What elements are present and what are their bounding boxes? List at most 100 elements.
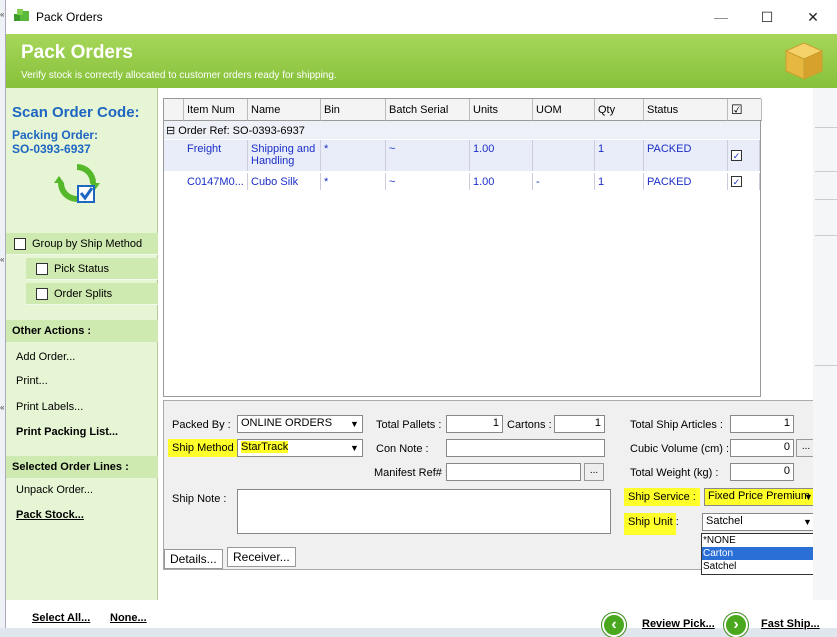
group-by-ship-method-option[interactable]: Group by Ship Method bbox=[6, 233, 158, 255]
total-ship-articles-label: Total Ship Articles : bbox=[630, 419, 723, 431]
order-splits-option[interactable]: Order Splits bbox=[26, 283, 158, 305]
packing-order-value: SO-0393-6937 bbox=[12, 142, 91, 156]
print-packing-list-link[interactable]: Print Packing List... bbox=[16, 426, 118, 438]
background-window-fragment bbox=[815, 346, 837, 366]
cell-status: PACKED bbox=[644, 173, 728, 190]
refresh-check-icon[interactable] bbox=[54, 160, 100, 206]
ship-unit-option-satchel[interactable]: Satchel bbox=[702, 560, 818, 573]
cubic-volume-label: Cubic Volume (cm) : bbox=[630, 443, 730, 455]
collapse-icon: « bbox=[0, 255, 5, 264]
background-window-strip bbox=[813, 88, 837, 600]
pick-status-checkbox[interactable] bbox=[36, 263, 48, 276]
cell-batch-serial: ~ bbox=[386, 173, 470, 190]
cell-units: 1.00 bbox=[470, 140, 533, 171]
cell-uom bbox=[533, 140, 595, 171]
window-title: Pack Orders bbox=[36, 10, 103, 24]
cell-units: 1.00 bbox=[470, 173, 533, 190]
forward-arrow-icon[interactable]: › bbox=[724, 613, 748, 637]
order-splits-checkbox[interactable] bbox=[36, 288, 48, 301]
cell-qty: 1 bbox=[595, 173, 644, 190]
order-ref-label: Order Ref: SO-0393-6937 bbox=[178, 125, 305, 137]
column-header-item-num[interactable]: Item Num bbox=[184, 99, 248, 121]
ship-service-value: Fixed Price Premium bbox=[708, 490, 811, 502]
review-pick-link[interactable]: Review Pick... bbox=[642, 618, 715, 630]
pick-status-option[interactable]: Pick Status bbox=[26, 258, 158, 280]
page-title: Pack Orders bbox=[21, 42, 133, 63]
fast-ship-link[interactable]: Fast Ship... bbox=[761, 618, 820, 630]
other-actions-heading: Other Actions : bbox=[6, 320, 158, 342]
ship-unit-option-carton[interactable]: Carton bbox=[702, 547, 818, 560]
background-window-fragment bbox=[815, 180, 837, 200]
table-row[interactable]: Freight Shipping and Handling * ~ 1.00 1… bbox=[164, 140, 760, 171]
packed-by-select[interactable]: ONLINE ORDERS ▼ bbox=[237, 415, 363, 433]
back-arrow-icon[interactable]: ‹ bbox=[602, 613, 626, 637]
column-header-uom[interactable]: UOM bbox=[533, 99, 595, 121]
chevron-down-icon[interactable]: ▼ bbox=[348, 417, 361, 431]
column-header-batch-serial[interactable]: Batch Serial bbox=[386, 99, 470, 121]
table-row[interactable]: C0147M0... Cubo Silk * ~ 1.00 - 1 PACKED… bbox=[164, 173, 760, 190]
pack-orders-window: Pack Orders — ☐ ✕ Pack Orders Verify sto… bbox=[5, 0, 837, 637]
close-button[interactable]: ✕ bbox=[798, 6, 828, 28]
print-labels-link[interactable]: Print Labels... bbox=[16, 401, 83, 413]
page-subtitle: Verify stock is correctly allocated to c… bbox=[21, 70, 337, 81]
minimize-button[interactable]: — bbox=[706, 6, 736, 28]
column-header-bin[interactable]: Bin bbox=[321, 99, 386, 121]
maximize-button[interactable]: ☐ bbox=[752, 6, 782, 28]
column-header-qty[interactable]: Qty bbox=[595, 99, 644, 121]
ship-unit-label: Ship Unit : bbox=[624, 513, 679, 535]
row-select-checkbox[interactable]: ✓ bbox=[731, 150, 742, 161]
header-banner: Pack Orders Verify stock is correctly al… bbox=[6, 34, 837, 88]
row-select-checkbox[interactable]: ✓ bbox=[731, 176, 742, 187]
none-link[interactable]: None... bbox=[110, 612, 147, 624]
total-weight-input[interactable]: 0 bbox=[730, 463, 794, 481]
select-all-link[interactable]: Select All... bbox=[32, 612, 90, 624]
con-note-input[interactable] bbox=[446, 439, 605, 457]
add-order-link[interactable]: Add Order... bbox=[16, 351, 75, 363]
collapse-group-icon[interactable]: ⊟ bbox=[166, 125, 175, 137]
order-group-row[interactable]: ⊟ Order Ref: SO-0393-6937 bbox=[164, 121, 760, 139]
pack-stock-link[interactable]: Pack Stock... bbox=[16, 509, 84, 521]
total-pallets-input[interactable]: 1 bbox=[446, 415, 503, 433]
cell-bin: * bbox=[321, 140, 386, 171]
tab-details[interactable]: Details... bbox=[164, 549, 223, 569]
cell-checkbox[interactable]: ✓ bbox=[728, 140, 760, 171]
ship-unit-option-none[interactable]: *NONE bbox=[702, 534, 818, 547]
ship-service-select[interactable]: Fixed Price Premium ▼ bbox=[704, 488, 817, 506]
cubic-volume-input[interactable]: 0 bbox=[730, 439, 794, 457]
total-ship-articles-input[interactable]: 1 bbox=[730, 415, 794, 433]
chevron-down-icon[interactable]: ▼ bbox=[348, 441, 361, 455]
cartons-input[interactable]: 1 bbox=[554, 415, 605, 433]
print-link[interactable]: Print... bbox=[16, 375, 48, 387]
ship-method-value: StarTrack bbox=[241, 441, 289, 453]
cartons-label: Cartons : bbox=[507, 419, 552, 431]
left-panel: Scan Order Code: Packing Order: SO-0393-… bbox=[6, 88, 158, 600]
option-label: Group by Ship Method bbox=[32, 238, 143, 250]
column-header-units[interactable]: Units bbox=[470, 99, 533, 121]
ship-method-select[interactable]: StarTrack ▼ bbox=[237, 439, 363, 457]
collapse-icon: « bbox=[0, 403, 5, 412]
cell-qty: 1 bbox=[595, 140, 644, 171]
background-window-fragment bbox=[815, 152, 837, 172]
scan-order-code-label: Scan Order Code: bbox=[12, 104, 140, 121]
tab-receiver[interactable]: Receiver... bbox=[227, 547, 296, 567]
unpack-order-link[interactable]: Unpack Order... bbox=[16, 484, 93, 496]
cell-status: PACKED bbox=[644, 140, 728, 171]
cell-batch-serial: ~ bbox=[386, 140, 470, 171]
cell-item-num: C0147M0... bbox=[184, 173, 248, 190]
cell-item-num: Freight bbox=[184, 140, 248, 171]
selected-order-lines-heading: Selected Order Lines : bbox=[6, 456, 158, 478]
column-header-name[interactable]: Name bbox=[248, 99, 321, 121]
manifest-ref-input[interactable] bbox=[446, 463, 581, 481]
total-pallets-label: Total Pallets : bbox=[376, 419, 442, 431]
group-by-ship-method-checkbox[interactable] bbox=[14, 238, 26, 251]
column-header-status[interactable]: Status bbox=[644, 99, 728, 121]
column-header-select-all-checkbox[interactable]: ☑ bbox=[728, 99, 762, 121]
option-label: Order Splits bbox=[54, 288, 113, 300]
ship-unit-select[interactable]: Satchel ▼ bbox=[702, 513, 816, 531]
ship-unit-dropdown-list: *NONE Carton Satchel bbox=[701, 533, 819, 575]
ship-note-textarea[interactable] bbox=[237, 489, 611, 534]
cell-checkbox[interactable]: ✓ bbox=[728, 173, 760, 190]
row-indicator-header bbox=[164, 99, 184, 121]
manifest-browse-button[interactable]: ... bbox=[584, 463, 604, 481]
package-box-icon bbox=[784, 42, 824, 80]
